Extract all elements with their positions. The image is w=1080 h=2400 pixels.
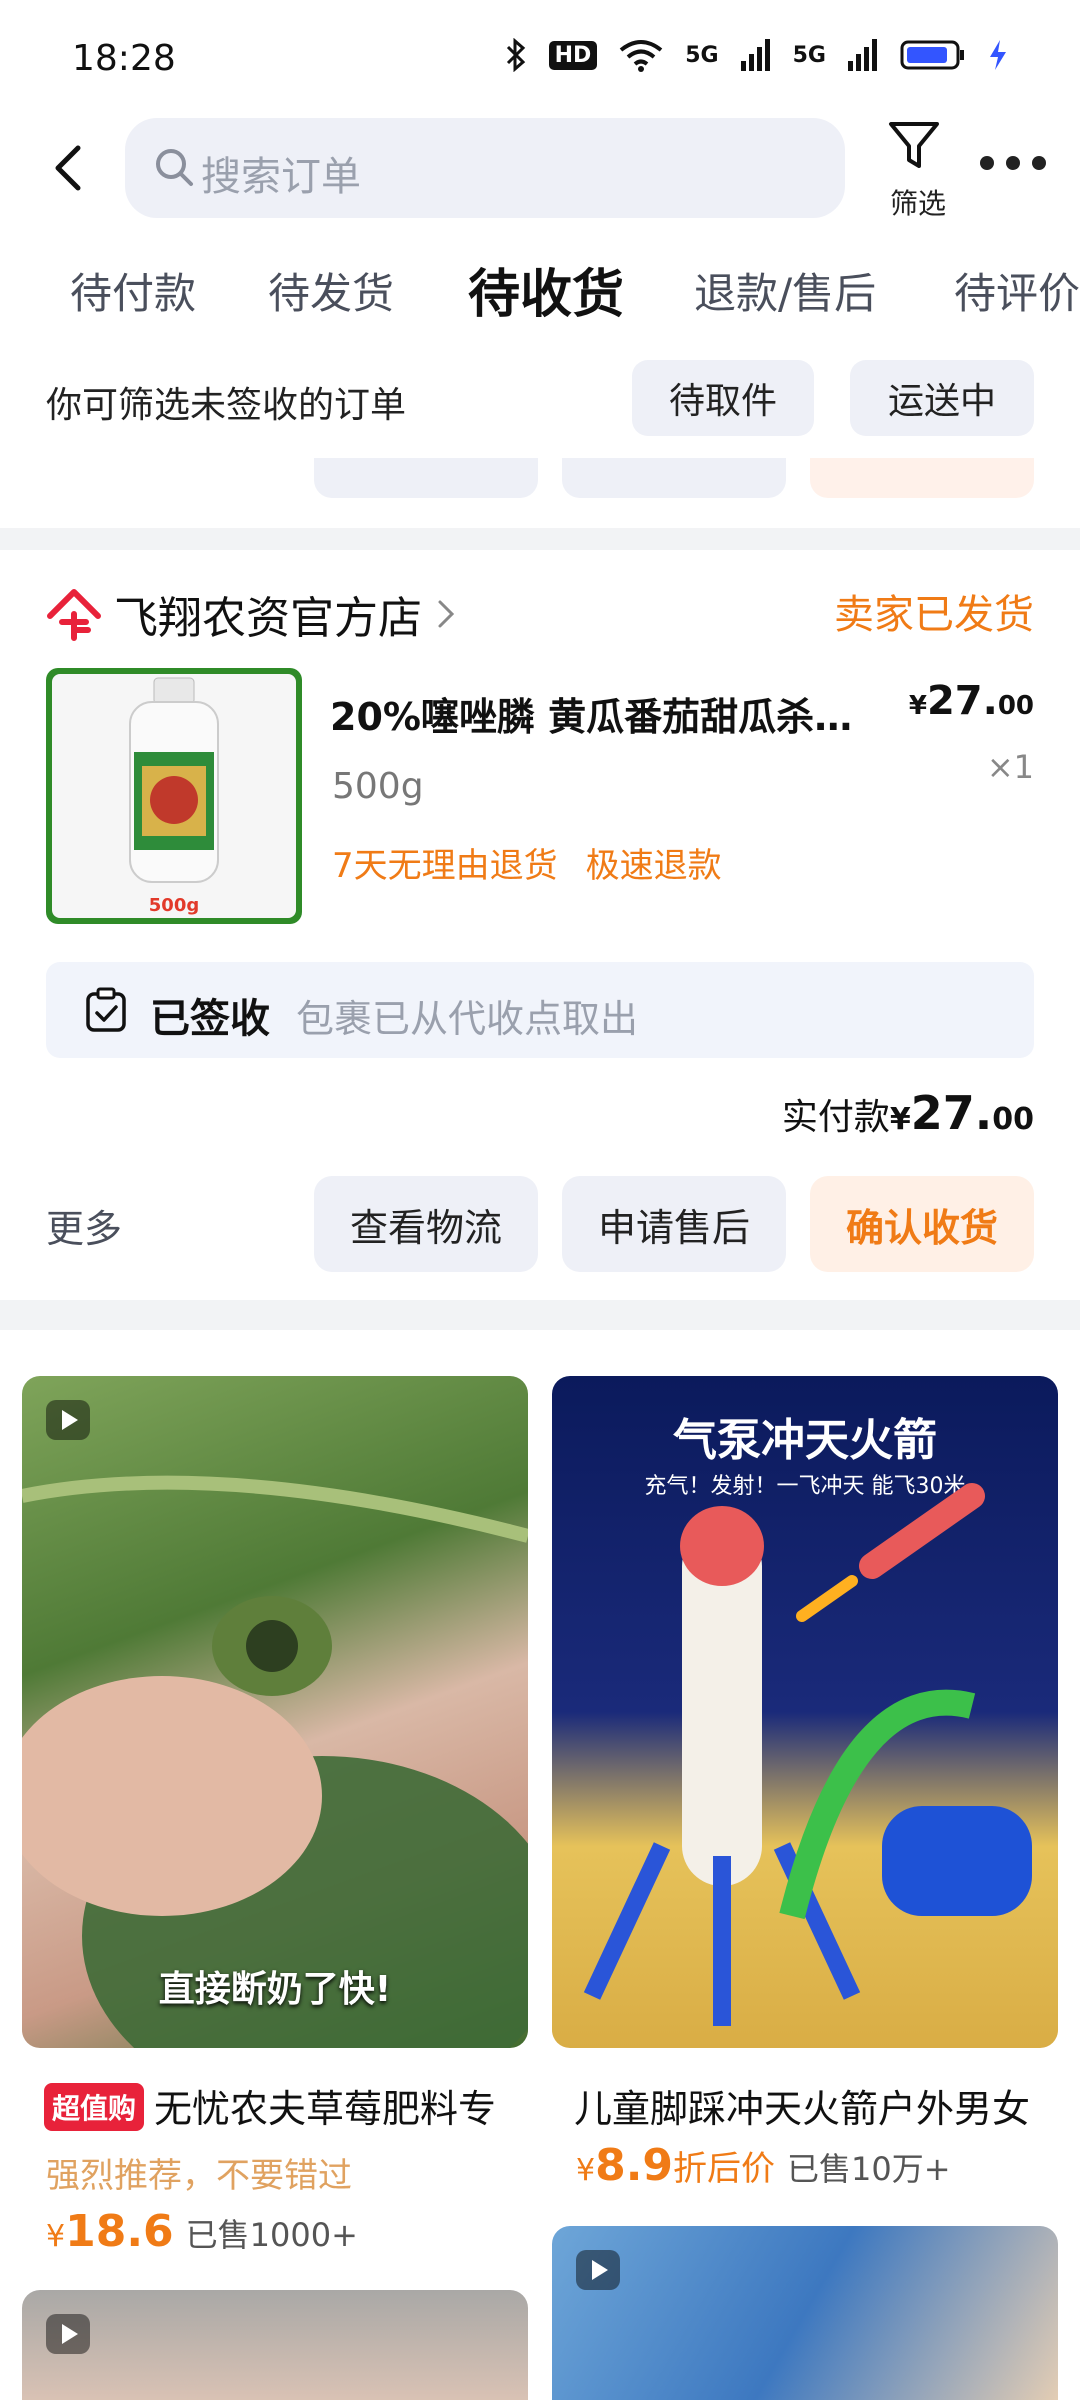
sold-count: 已售1000+ bbox=[185, 2216, 358, 2254]
dot-icon bbox=[1006, 156, 1020, 170]
rec-title: 儿童脚踩冲天火箭户外男女 bbox=[574, 2087, 1031, 2131]
peek-button[interactable] bbox=[314, 458, 538, 498]
tab-pending-review[interactable]: 待评价 bbox=[954, 260, 1080, 321]
view-logistics-button[interactable]: 查看物流 bbox=[314, 1176, 538, 1272]
tab-pending-receipt[interactable]: 待收货 bbox=[468, 252, 624, 327]
peek-button[interactable] bbox=[562, 458, 786, 498]
filter-button[interactable]: 筛选 bbox=[878, 118, 948, 220]
chip-in-transit[interactable]: 运送中 bbox=[850, 360, 1034, 436]
header: 搜索订单 筛选 bbox=[0, 118, 1080, 228]
product-bottle-image bbox=[129, 677, 219, 883]
product-price: ¥27.00 bbox=[909, 678, 1034, 724]
product-tags: 7天无理由退货 极速退款 bbox=[332, 838, 722, 887]
order-card: 飞翔农资官方店 卖家已发货 500g 20%噻唑膦 黄瓜番茄甜瓜杀根结... ¥… bbox=[0, 550, 1080, 1300]
clipboard-check-icon bbox=[86, 987, 126, 1032]
wifi-icon bbox=[620, 40, 663, 72]
tag-no-reason-return: 7天无理由退货 bbox=[332, 846, 558, 886]
paid-value: ¥27.00 bbox=[890, 1086, 1034, 1140]
price-value: 8.9 bbox=[595, 2140, 674, 2191]
shop-row[interactable]: 飞翔农资官方店 bbox=[46, 582, 460, 646]
status-bar: 18:28 HD 5G 5G bbox=[0, 0, 1080, 118]
bluetooth-icon bbox=[506, 38, 525, 72]
shop-name: 飞翔农资官方店 bbox=[114, 593, 422, 644]
request-aftersale-button[interactable]: 申请售后 bbox=[562, 1176, 786, 1272]
rec-card[interactable] bbox=[552, 2226, 1058, 2400]
hd-icon: HD bbox=[548, 40, 598, 70]
signed-label: 已签收 bbox=[150, 996, 270, 1042]
rec-price: ¥18.6 已售1000+ bbox=[46, 2206, 358, 2257]
paid-decimal: 00 bbox=[992, 1102, 1034, 1137]
strawberry-plant-image bbox=[22, 1475, 528, 2048]
currency-symbol: ¥ bbox=[576, 2153, 596, 2188]
discount-label: 折后价 bbox=[673, 2149, 776, 2189]
5g-signal-icon: 5G bbox=[792, 42, 826, 68]
filter-hint: 你可筛选未签收的订单 bbox=[46, 385, 407, 426]
rocket-toy-image bbox=[583, 1483, 1032, 2026]
chevron-right-icon bbox=[438, 600, 455, 628]
enterprise-store-icon bbox=[47, 589, 101, 641]
charging-icon bbox=[990, 40, 1006, 70]
price-value: 18.6 bbox=[65, 2206, 174, 2257]
currency-symbol: ¥ bbox=[889, 1102, 911, 1137]
video-icon bbox=[46, 1400, 90, 1440]
confirm-receipt-button[interactable]: 确认收货 bbox=[810, 1176, 1034, 1272]
filter-label: 筛选 bbox=[889, 187, 946, 220]
rec-product-image[interactable]: 气泵冲天火箭 充气！发射！一飞冲天 能飞30米 bbox=[552, 1376, 1058, 2048]
paid-label: 实付款 bbox=[781, 1097, 890, 1138]
rec-video-thumbnail[interactable]: 直接断奶了快! bbox=[22, 1376, 528, 2048]
rec-subtitle: 强烈推荐，不要错过 bbox=[46, 2156, 352, 2196]
signal-bars-icon bbox=[848, 39, 877, 71]
paid-amount: 实付款¥27.00 bbox=[782, 1086, 1034, 1140]
filter-icon bbox=[889, 122, 939, 168]
recommendations: 直接断奶了快! 超值购 无忧农夫草莓肥料专 强烈推荐，不要错过 ¥18.6 已售10… bbox=[0, 1330, 1080, 2400]
search-placeholder: 搜索订单 bbox=[201, 154, 361, 200]
more-options-button[interactable] bbox=[980, 156, 1046, 180]
currency-symbol: ¥ bbox=[908, 691, 927, 721]
paid-integer: 27. bbox=[910, 1086, 993, 1140]
filter-row: 你可筛选未签收的订单 待取件 运送中 bbox=[0, 348, 1080, 458]
tab-pending-shipment[interactable]: 待发货 bbox=[268, 260, 394, 321]
product-quantity: ×1 bbox=[986, 748, 1034, 786]
delivery-status-bar[interactable]: 已签收 包裹已从代收点取出 bbox=[46, 962, 1034, 1058]
tag-fast-refund: 极速退款 bbox=[585, 846, 722, 886]
rec-card[interactable]: 直接断奶了快! 超值购 无忧农夫草莓肥料专 强烈推荐，不要错过 ¥18.6 已售10… bbox=[22, 1376, 528, 2257]
product-thumbnail[interactable]: 500g bbox=[46, 668, 302, 924]
status-time: 18:28 bbox=[72, 38, 176, 79]
dot-icon bbox=[980, 156, 994, 170]
search-input[interactable]: 搜索订单 bbox=[125, 118, 845, 218]
sold-count: 已售10万+ bbox=[787, 2150, 951, 2188]
chip-pending-pickup[interactable]: 待取件 bbox=[632, 360, 814, 436]
battery-icon bbox=[900, 40, 964, 70]
rec-title-text: 无忧农夫草莓肥料专 bbox=[154, 2087, 497, 2131]
currency-symbol: ¥ bbox=[46, 2219, 66, 2254]
video-icon bbox=[46, 2314, 90, 2354]
price-integer: 27. bbox=[926, 678, 998, 724]
value-badge: 超值购 bbox=[44, 2083, 145, 2131]
image-caption: 直接断奶了快! bbox=[158, 1969, 392, 2010]
5g-signal-icon: 5G bbox=[685, 42, 719, 68]
signed-description: 包裹已从代收点取出 bbox=[296, 997, 639, 1041]
previous-order-actions bbox=[0, 458, 1080, 528]
back-icon[interactable] bbox=[40, 138, 100, 198]
search-icon bbox=[156, 149, 193, 186]
video-icon bbox=[576, 2250, 620, 2290]
rec-card[interactable] bbox=[22, 2290, 528, 2400]
order-tabs: 待付款 待发货 待收货 退款/售后 待评价 bbox=[0, 228, 1080, 348]
dot-icon bbox=[1032, 156, 1046, 170]
more-link[interactable]: 更多 bbox=[46, 1198, 122, 1253]
rec-title: 超值购 无忧农夫草莓肥料专 bbox=[44, 2078, 524, 2133]
rec-card[interactable]: 气泵冲天火箭 充气！发射！一飞冲天 能飞30米 儿童脚踩冲天火箭户外男女 ¥8.… bbox=[552, 1376, 1058, 2196]
shipping-status: 卖家已发货 bbox=[834, 592, 1034, 638]
thumbnail-label: 500g bbox=[148, 895, 200, 916]
status-icons: HD 5G 5G bbox=[505, 38, 1008, 72]
tab-refund-aftersale[interactable]: 退款/售后 bbox=[694, 260, 876, 321]
signal-bars-icon bbox=[740, 39, 770, 71]
peek-button[interactable] bbox=[810, 458, 1034, 498]
tab-pending-payment[interactable]: 待付款 bbox=[70, 260, 196, 321]
product-title[interactable]: 20%噻唑膦 黄瓜番茄甜瓜杀根结... bbox=[330, 686, 890, 741]
product-spec: 500g bbox=[332, 766, 424, 807]
rec-price: ¥8.9折后价 已售10万+ bbox=[576, 2140, 951, 2191]
price-decimal: 00 bbox=[997, 691, 1034, 721]
